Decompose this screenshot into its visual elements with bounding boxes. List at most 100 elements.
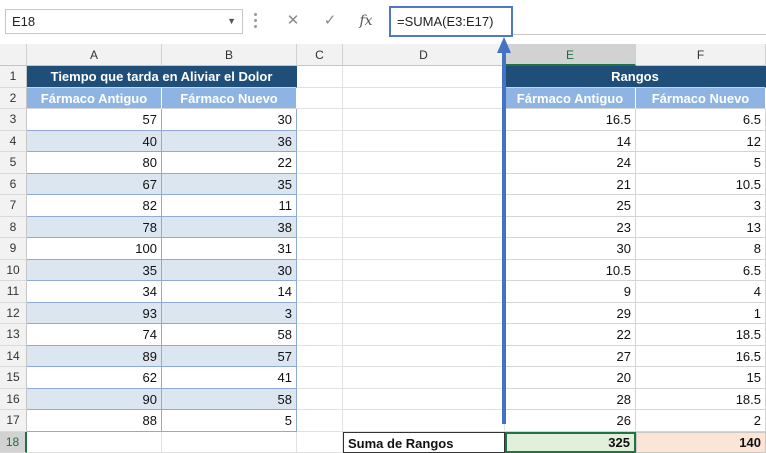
cell-d17[interactable]	[343, 410, 505, 432]
left-value-cell[interactable]: 38	[162, 217, 297, 239]
cell-d7[interactable]	[343, 195, 505, 217]
cell-b18[interactable]	[162, 432, 297, 453]
right-header-new[interactable]: Fármaco Nuevo	[636, 88, 766, 110]
left-value-cell[interactable]: 30	[162, 109, 297, 131]
row-header-16[interactable]: 16	[0, 389, 27, 411]
name-box[interactable]: E18 ▼	[5, 9, 243, 34]
rank-value-cell[interactable]: 6.5	[636, 260, 766, 282]
rank-value-cell[interactable]: 26	[505, 410, 636, 432]
left-value-cell[interactable]: 58	[162, 389, 297, 411]
left-value-cell[interactable]: 36	[162, 131, 297, 153]
row-header-14[interactable]: 14	[0, 346, 27, 368]
right-header-old[interactable]: Fármaco Antiguo	[505, 88, 636, 110]
left-value-cell[interactable]: 11	[162, 195, 297, 217]
rank-value-cell[interactable]: 21	[505, 174, 636, 196]
left-value-cell[interactable]: 80	[27, 152, 162, 174]
rank-value-cell[interactable]: 16.5	[636, 346, 766, 368]
row-header-1[interactable]: 1	[0, 66, 27, 88]
left-value-cell[interactable]: 14	[162, 281, 297, 303]
rank-value-cell[interactable]: 8	[636, 238, 766, 260]
rank-value-cell[interactable]: 10.5	[505, 260, 636, 282]
rank-value-cell[interactable]: 6.5	[636, 109, 766, 131]
cell-d10[interactable]	[343, 260, 505, 282]
cell-d9[interactable]	[343, 238, 505, 260]
rank-value-cell[interactable]: 24	[505, 152, 636, 174]
select-all-corner[interactable]	[0, 44, 27, 66]
cell-d12[interactable]	[343, 303, 505, 325]
left-value-cell[interactable]: 67	[27, 174, 162, 196]
left-header-new[interactable]: Fármaco Nuevo	[162, 88, 297, 110]
left-table-title[interactable]: Tiempo que tarda en Aliviar el Dolor	[27, 66, 297, 88]
cell-c1[interactable]	[297, 66, 343, 88]
column-header-c[interactable]: C	[297, 44, 343, 66]
rank-value-cell[interactable]: 13	[636, 217, 766, 239]
column-header-d[interactable]: D	[343, 44, 505, 66]
left-header-old[interactable]: Fármaco Antiguo	[27, 88, 162, 110]
left-value-cell[interactable]: 57	[27, 109, 162, 131]
cell-c2[interactable]	[297, 88, 343, 110]
row-header-13[interactable]: 13	[0, 324, 27, 346]
left-value-cell[interactable]: 100	[27, 238, 162, 260]
rank-value-cell[interactable]: 27	[505, 346, 636, 368]
row-header-4[interactable]: 4	[0, 131, 27, 153]
left-value-cell[interactable]: 35	[27, 260, 162, 282]
row-header-6[interactable]: 6	[0, 174, 27, 196]
more-options-icon[interactable]	[254, 13, 258, 29]
left-value-cell[interactable]: 22	[162, 152, 297, 174]
rank-value-cell[interactable]: 30	[505, 238, 636, 260]
row-header-8[interactable]: 8	[0, 217, 27, 239]
row-header-3[interactable]: 3	[0, 109, 27, 131]
left-value-cell[interactable]: 58	[162, 324, 297, 346]
column-header-f[interactable]: F	[636, 44, 766, 66]
column-header-a[interactable]: A	[27, 44, 162, 66]
sum-old-cell[interactable]: 325	[505, 432, 636, 453]
left-value-cell[interactable]: 31	[162, 238, 297, 260]
cell-d2[interactable]	[343, 88, 505, 110]
rank-value-cell[interactable]: 20	[505, 367, 636, 389]
cell-c9[interactable]	[297, 238, 343, 260]
cell-d14[interactable]	[343, 346, 505, 368]
row-header-9[interactable]: 9	[0, 238, 27, 260]
left-value-cell[interactable]: 78	[27, 217, 162, 239]
right-table-title[interactable]: Rangos	[505, 66, 766, 88]
cell-a18[interactable]	[27, 432, 162, 453]
rank-value-cell[interactable]: 18.5	[636, 389, 766, 411]
left-value-cell[interactable]: 93	[27, 303, 162, 325]
row-header-15[interactable]: 15	[0, 367, 27, 389]
rank-value-cell[interactable]: 4	[636, 281, 766, 303]
left-value-cell[interactable]: 88	[27, 410, 162, 432]
row-header-5[interactable]: 5	[0, 152, 27, 174]
rank-value-cell[interactable]: 29	[505, 303, 636, 325]
rank-value-cell[interactable]: 12	[636, 131, 766, 153]
left-value-cell[interactable]: 30	[162, 260, 297, 282]
rank-value-cell[interactable]: 28	[505, 389, 636, 411]
row-header-7[interactable]: 7	[0, 195, 27, 217]
rank-value-cell[interactable]: 3	[636, 195, 766, 217]
left-value-cell[interactable]: 3	[162, 303, 297, 325]
sum-new-cell[interactable]: 140	[636, 432, 766, 453]
insert-function-icon[interactable]: fx	[354, 10, 378, 32]
rank-value-cell[interactable]: 2	[636, 410, 766, 432]
cell-c7[interactable]	[297, 195, 343, 217]
left-value-cell[interactable]: 62	[27, 367, 162, 389]
row-header-10[interactable]: 10	[0, 260, 27, 282]
left-value-cell[interactable]: 89	[27, 346, 162, 368]
row-header-12[interactable]: 12	[0, 303, 27, 325]
cell-d4[interactable]	[343, 131, 505, 153]
formula-input[interactable]: =SUMA(E3:E17)	[389, 6, 513, 37]
left-value-cell[interactable]: 41	[162, 367, 297, 389]
cell-c14[interactable]	[297, 346, 343, 368]
rank-value-cell[interactable]: 1	[636, 303, 766, 325]
cell-c10[interactable]	[297, 260, 343, 282]
rank-value-cell[interactable]: 18.5	[636, 324, 766, 346]
cell-d15[interactable]	[343, 367, 505, 389]
rank-value-cell[interactable]: 16.5	[505, 109, 636, 131]
cell-c11[interactable]	[297, 281, 343, 303]
row-header-11[interactable]: 11	[0, 281, 27, 303]
cell-c6[interactable]	[297, 174, 343, 196]
enter-icon[interactable]: ✓	[318, 10, 342, 32]
cell-d16[interactable]	[343, 389, 505, 411]
cell-c8[interactable]	[297, 217, 343, 239]
column-header-b[interactable]: B	[162, 44, 297, 66]
cell-d5[interactable]	[343, 152, 505, 174]
